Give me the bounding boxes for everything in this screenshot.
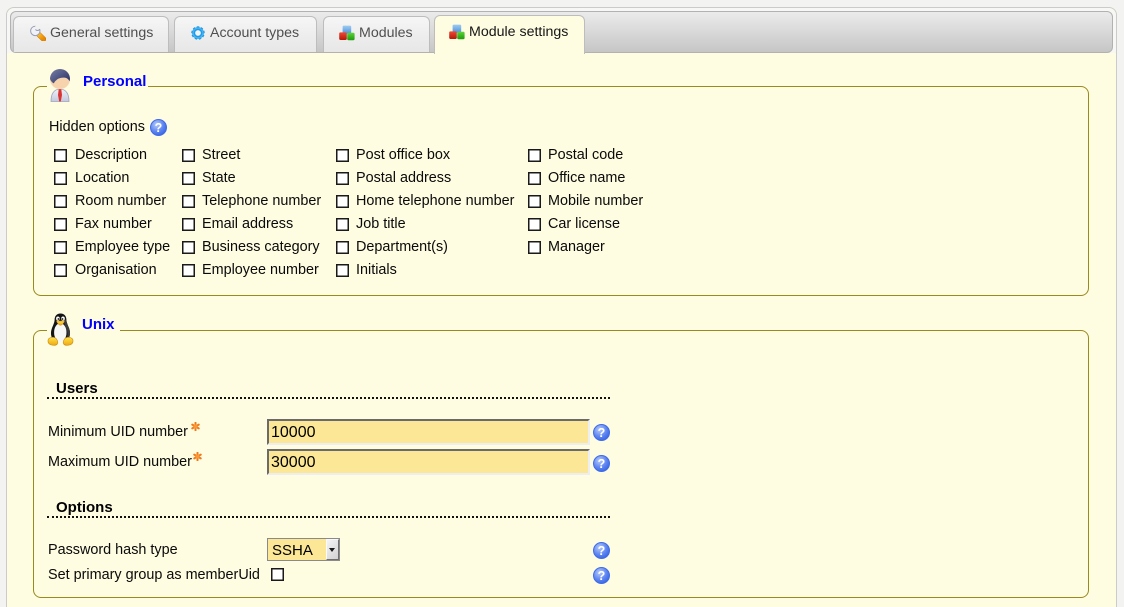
- svg-text:?: ?: [598, 544, 606, 558]
- svg-text:?: ?: [598, 569, 606, 583]
- svg-text:?: ?: [598, 457, 606, 471]
- svg-text:?: ?: [155, 121, 163, 135]
- svg-text:?: ?: [598, 426, 606, 440]
